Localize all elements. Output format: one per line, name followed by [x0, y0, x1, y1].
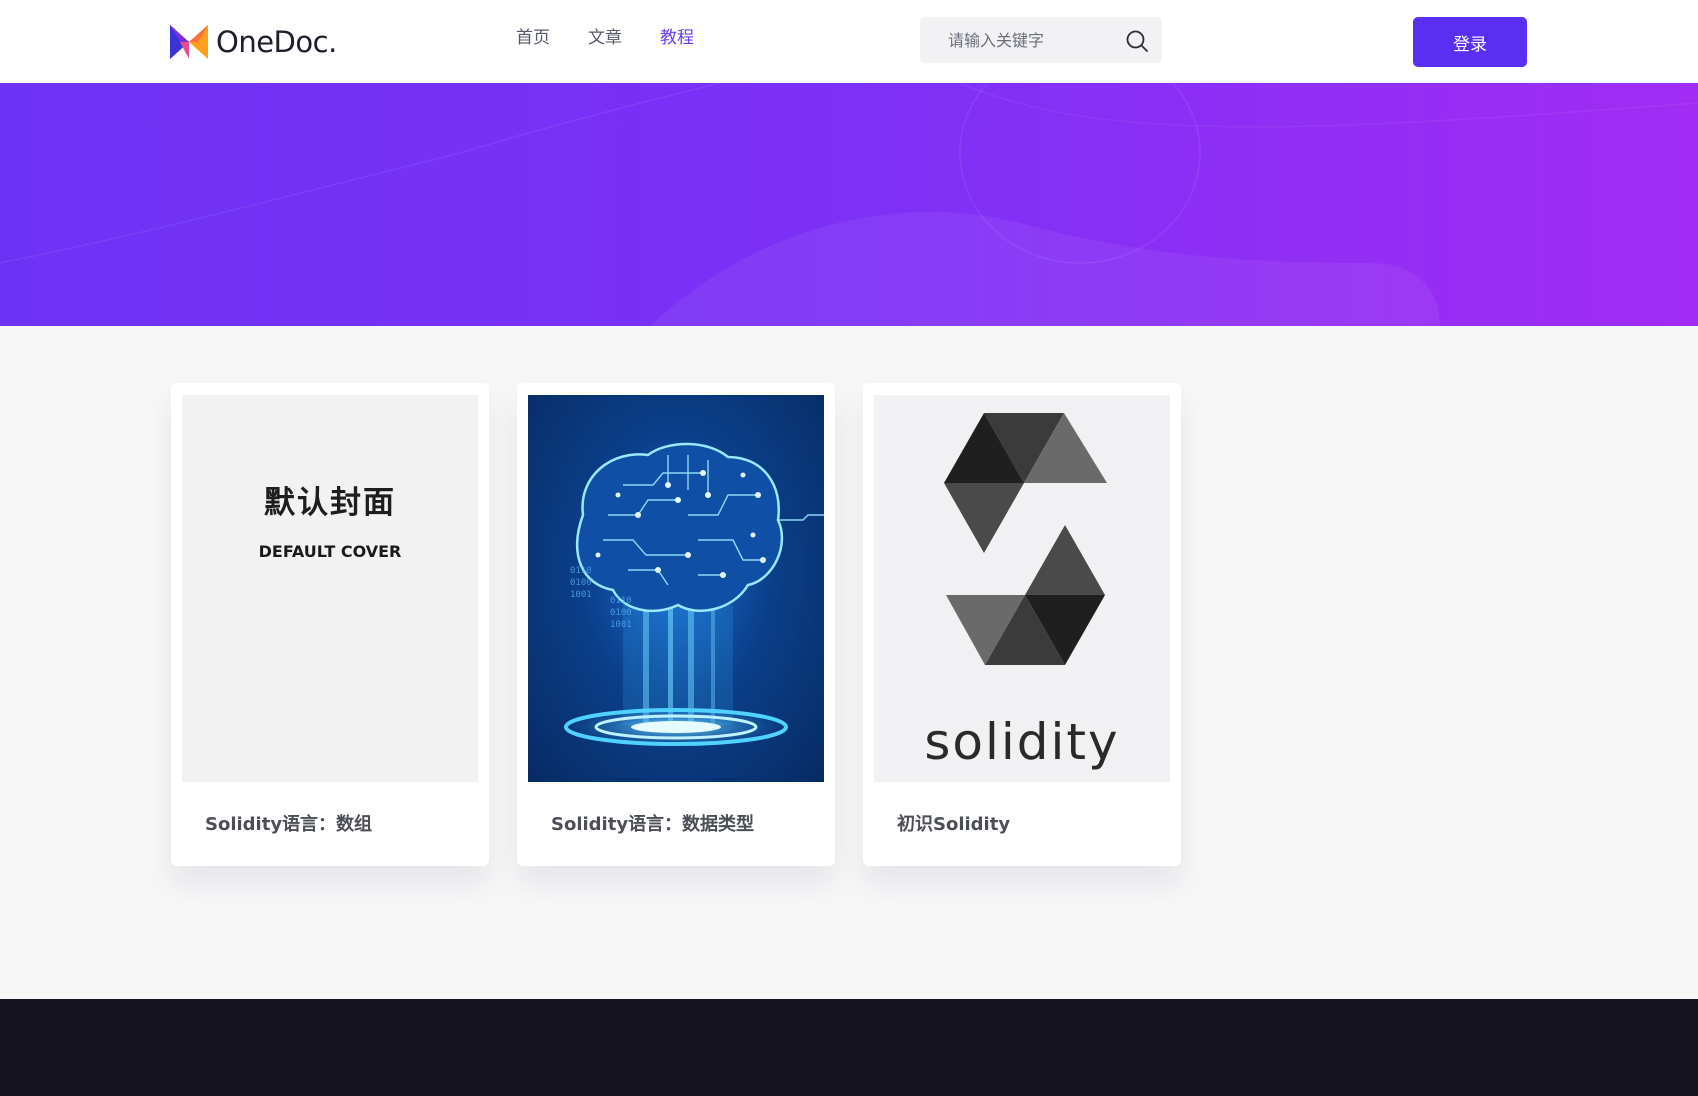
card-title[interactable]: Solidity语言：数组: [205, 810, 372, 836]
default-cover-title-cn: 默认封面: [264, 485, 396, 521]
card-cover-image: 0110 0100 1001 0110 0100 1001: [528, 395, 824, 782]
default-cover: 默认封面 DEFAULT COVER: [182, 395, 478, 782]
main-nav: 首页 文章 教程: [516, 26, 732, 50]
search-icon[interactable]: [1125, 29, 1149, 53]
card-title[interactable]: 初识Solidity: [897, 810, 1010, 836]
brain-circuit-icon: 0110 0100 1001 0110 0100 1001: [564, 442, 824, 747]
site-logo[interactable]: OneDoc.: [170, 22, 337, 62]
search-box: [920, 17, 1162, 63]
solidity-logo-icon: [944, 413, 1107, 665]
binary-text: 1001: [570, 590, 592, 600]
binary-text: 0110: [610, 596, 632, 606]
top-header: OneDoc. 首页 文章 教程 登录: [0, 0, 1698, 83]
binary-text: 0110: [570, 566, 592, 576]
brain-circuit-cover: 0110 0100 1001 0110 0100 1001: [528, 395, 824, 782]
nav-item-tutorials[interactable]: 教程: [660, 26, 694, 50]
login-button[interactable]: 登录: [1413, 17, 1527, 67]
logo-text: OneDoc.: [216, 25, 337, 59]
nav-item-articles[interactable]: 文章: [588, 26, 622, 50]
tutorial-card[interactable]: solidity 初识Solidity: [863, 383, 1181, 866]
binary-text: 1001: [610, 620, 632, 630]
binary-text: 0100: [570, 578, 592, 588]
binary-text: 0100: [610, 608, 632, 618]
default-cover-title-en: DEFAULT COVER: [258, 542, 402, 561]
onedoc-logo-icon: [170, 25, 208, 59]
tutorial-list: 默认封面 DEFAULT COVER Solidity语言：数组 0110 01…: [0, 326, 1698, 999]
card-cover-image: 默认封面 DEFAULT COVER: [182, 395, 478, 782]
solidity-cover: solidity: [874, 395, 1170, 782]
card-cover-image: solidity: [874, 395, 1170, 782]
card-title[interactable]: Solidity语言：数据类型: [551, 810, 754, 836]
hero-wave-decoration: [0, 83, 1698, 326]
tutorial-card[interactable]: 默认封面 DEFAULT COVER Solidity语言：数组: [171, 383, 489, 866]
nav-item-home[interactable]: 首页: [516, 26, 550, 50]
page-footer: [0, 999, 1698, 1096]
solidity-wordmark: solidity: [924, 713, 1120, 771]
hero-banner: [0, 83, 1698, 326]
search-input[interactable]: [920, 17, 1110, 63]
tutorial-card[interactable]: 0110 0100 1001 0110 0100 1001 Solidity语言…: [517, 383, 835, 866]
